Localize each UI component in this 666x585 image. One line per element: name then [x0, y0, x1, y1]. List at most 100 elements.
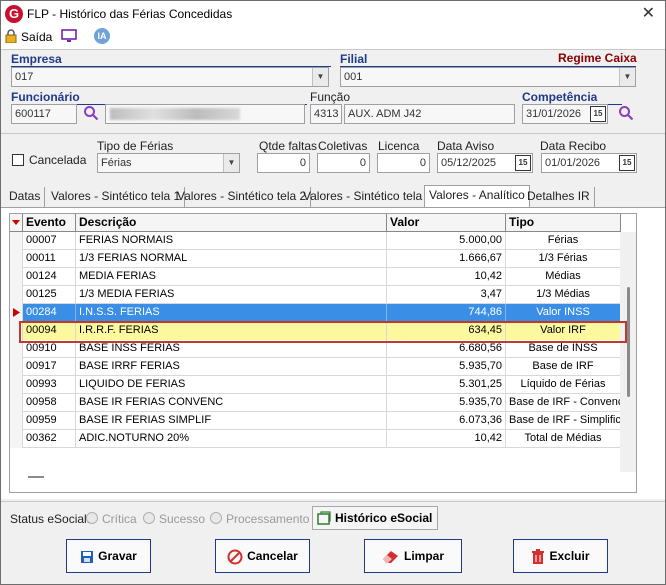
calendar-icon[interactable]: 15 — [515, 155, 531, 171]
row-indicator[interactable] — [10, 376, 23, 394]
cell-valor: 10,42 — [387, 430, 506, 448]
data-aviso-value: 05/12/2025 — [441, 157, 497, 169]
highlight-frame — [19, 321, 627, 343]
monitor-icon[interactable] — [61, 29, 77, 43]
tipo-ferias-select[interactable]: Férias ▼ — [97, 153, 240, 173]
row-indicator[interactable] — [10, 250, 23, 268]
col-descricao-header[interactable]: Descrição — [76, 214, 387, 232]
row-indicator[interactable] — [10, 394, 23, 412]
row-indicator[interactable] — [10, 358, 23, 376]
tab-sintetico-2[interactable]: Valores - Sintético tela 2 — [173, 187, 312, 207]
processamento-radio — [210, 512, 222, 524]
col-tipo-header[interactable]: Tipo — [506, 214, 621, 232]
cell-tipo: Base de IRF — [506, 358, 621, 376]
table-row[interactable]: 00011 1/3 FERIAS NORMAL 1.666,67 1/3 Férias — [10, 250, 621, 268]
table-row[interactable]: 00959 BASE IR FERIAS SIMPLIF 6.073,36 Base … — [10, 412, 621, 430]
scroll-thumb[interactable] — [627, 287, 630, 397]
row-indicator[interactable] — [10, 286, 23, 304]
chevron-down-icon[interactable]: ▼ — [619, 68, 635, 86]
funcao-desc-field[interactable]: AUX. ADM J42 — [344, 104, 515, 124]
status-esocial-label: Status eSocial: — [10, 512, 91, 526]
gravar-label: Gravar — [98, 549, 137, 563]
cancelada-checkbox[interactable] — [12, 154, 24, 166]
row-indicator[interactable] — [10, 268, 23, 286]
gravar-button[interactable]: Gravar — [66, 539, 151, 573]
cell-valor: 5.301,25 — [387, 376, 506, 394]
table-row[interactable]: 00993 LIQUIDO DE FERIAS 5.301,25 Líquido de… — [10, 376, 621, 394]
critica-label: Crítica — [102, 512, 137, 526]
limpar-button[interactable]: Limpar — [364, 539, 462, 573]
close-icon[interactable]: ✕ — [642, 3, 655, 23]
cell-descricao: BASE IR FERIAS SIMPLIF — [76, 412, 387, 430]
row-indicator[interactable] — [10, 232, 23, 250]
cell-evento: 00959 — [23, 412, 76, 430]
cell-descricao: FERIAS NORMAIS — [76, 232, 387, 250]
tab-analitico[interactable]: Valores - Analítico — [424, 185, 530, 207]
empresa-select[interactable]: 017 ▼ — [11, 67, 329, 87]
lock-icon[interactable] — [5, 29, 17, 43]
tab-detalhes-ir[interactable]: Detalhes IR — [523, 187, 595, 207]
redacted-name — [110, 108, 240, 120]
data-recibo-value: 01/01/2026 — [545, 157, 601, 169]
chevron-down-icon[interactable]: ▼ — [312, 68, 328, 86]
cell-evento: 00993 — [23, 376, 76, 394]
chevron-down-icon[interactable]: ▼ — [223, 154, 239, 172]
col-valor-header[interactable]: Valor — [387, 214, 506, 232]
exit-button[interactable]: Saída — [21, 30, 52, 44]
toolbar-divider — [1, 49, 665, 50]
licenca-field[interactable]: 0 — [377, 153, 430, 173]
cell-evento: 00125 — [23, 286, 76, 304]
row-indicator[interactable] — [10, 412, 23, 430]
row-indicator[interactable] — [10, 430, 23, 448]
table-row[interactable]: 00125 1/3 MEDIA FERIAS 3,47 1/3 Médias — [10, 286, 621, 304]
calendar-icon[interactable]: 15 — [590, 106, 606, 122]
calendar-icon[interactable]: 15 — [619, 155, 635, 171]
table-row[interactable]: 00958 BASE IR FERIAS CONVENC 5.935,70 Base … — [10, 394, 621, 412]
cell-valor: 1.666,67 — [387, 250, 506, 268]
cell-valor: 5.935,70 — [387, 358, 506, 376]
cell-evento: 00124 — [23, 268, 76, 286]
table-row[interactable]: 00124 MEDIA FERIAS 10,42 Médias — [10, 268, 621, 286]
cancelar-button[interactable]: Cancelar — [215, 539, 310, 573]
coletivas-field[interactable]: 0 — [317, 153, 370, 173]
window-title: FLP - Histórico das Férias Concedidas — [27, 7, 233, 21]
funcionario-name-field[interactable] — [105, 104, 305, 124]
qtde-faltas-field[interactable]: 0 — [257, 153, 310, 173]
cell-tipo: Valor INSS — [506, 304, 621, 322]
col-evento-header[interactable]: Evento — [23, 214, 76, 232]
sucesso-radio — [143, 512, 155, 524]
funcionario-code-field[interactable]: 600117 — [11, 104, 77, 124]
table-row[interactable]: 00284 I.N.S.S. FERIAS 744,86 Valor INSS — [10, 304, 621, 322]
app-logo-icon: G — [5, 5, 23, 23]
cell-valor: 744,86 — [387, 304, 506, 322]
document-icon — [317, 511, 331, 525]
tab-sintetico-3[interactable]: Valores - Sintético tela 3 — [299, 187, 438, 207]
cancelar-label: Cancelar — [247, 549, 298, 563]
historico-esocial-label: Histórico eSocial — [335, 511, 433, 525]
data-aviso-field[interactable]: 05/12/2025 15 — [437, 153, 533, 173]
search-icon[interactable] — [83, 105, 99, 121]
tab-datas[interactable]: Datas — [5, 187, 46, 207]
competencia-date-field[interactable]: 31/01/2026 15 — [522, 104, 608, 124]
tab-sintetico-1[interactable]: Valores - Sintético tela 1 — [47, 187, 186, 207]
filial-value: 001 — [344, 71, 363, 83]
cell-tipo: Médias — [506, 268, 621, 286]
table-row[interactable]: 00362 ADIC.NOTURNO 20% 10,42 Total de Média… — [10, 430, 621, 448]
sucesso-label: Sucesso — [159, 512, 206, 526]
excluir-button[interactable]: Excluir — [513, 539, 608, 573]
vertical-scrollbar[interactable] — [620, 232, 636, 472]
ia-assistant-icon[interactable]: IA — [94, 28, 110, 44]
title-bar: G FLP - Histórico das Férias Concedidas … — [1, 1, 665, 27]
table-row[interactable]: 00007 FERIAS NORMAIS 5.000,00 Férias — [10, 232, 621, 250]
data-recibo-field[interactable]: 01/01/2026 15 — [541, 153, 637, 173]
cell-valor: 5.000,00 — [387, 232, 506, 250]
current-row-arrow-icon[interactable] — [10, 304, 23, 322]
cell-tipo: Férias — [506, 232, 621, 250]
historico-esocial-button[interactable]: Histórico eSocial — [312, 506, 438, 530]
table-row[interactable]: 00917 BASE IRRF FERIAS 5.935,70 Base de IRF — [10, 358, 621, 376]
tipo-ferias-value: Férias — [101, 157, 132, 169]
filial-select[interactable]: 001 ▼ — [340, 67, 636, 87]
horizontal-scroll-thumb[interactable] — [28, 476, 44, 478]
funcao-code-field[interactable]: 4313 — [310, 104, 342, 124]
search-icon[interactable] — [618, 105, 634, 121]
